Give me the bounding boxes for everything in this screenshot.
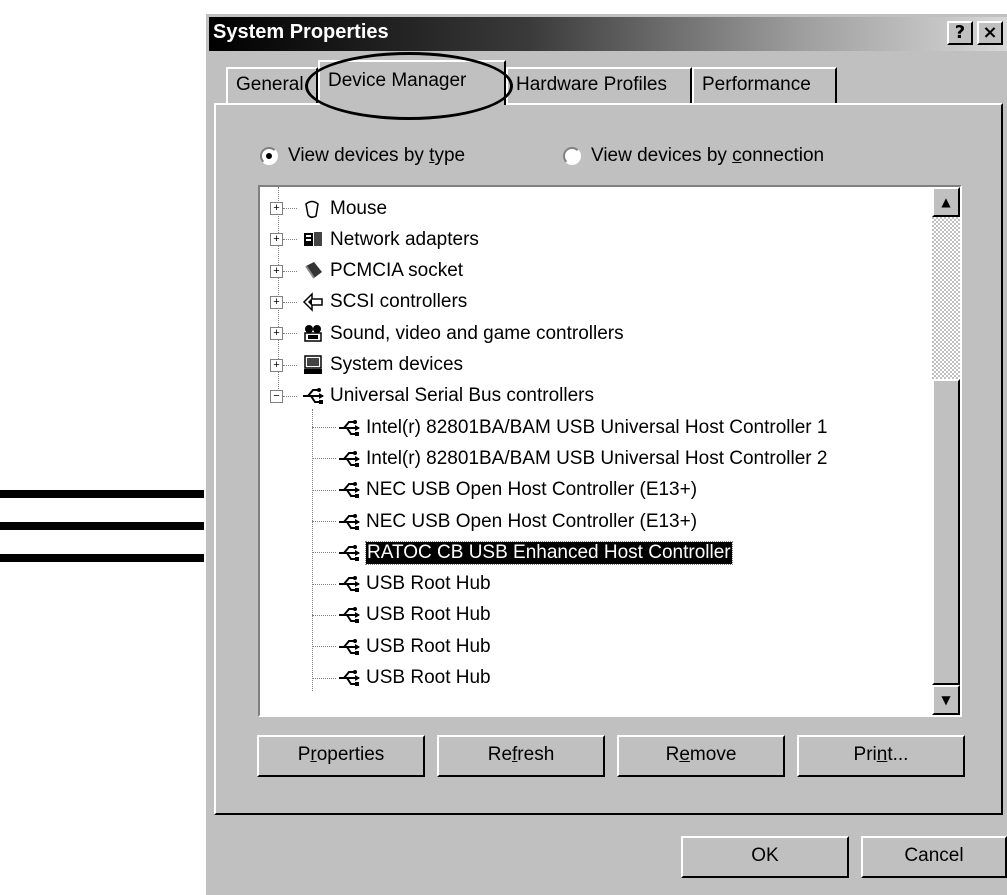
tree-category-label: Universal Serial Bus controllers [330,385,594,407]
tree-guide-line [312,521,336,522]
usb-device-item[interactable]: USB Root Hub [312,663,491,694]
scsi-controller-icon [302,291,324,313]
properties-button[interactable]: Properties [257,735,425,777]
tree-category-scsi-controllers[interactable]: + SCSI controllers [270,287,467,318]
view-by-connection-option[interactable]: View devices by connection [563,145,824,167]
device-label: USB Root Hub [366,667,491,688]
usb-icon [338,511,360,533]
selected-device-label: RATOC CB USB Enhanced Host Controller [365,540,733,565]
usb-device-item[interactable]: USB Root Hub [312,600,491,631]
usb-device-item[interactable]: USB Root Hub [312,569,491,600]
usb-icon [338,573,360,595]
expand-icon[interactable]: + [270,202,283,215]
expand-icon[interactable]: + [270,358,283,372]
view-by-type-radio[interactable] [260,147,278,165]
help-button[interactable]: ? [947,21,973,45]
window-title: System Properties [213,21,389,43]
view-by-type-option[interactable]: View devices by type [260,145,465,167]
tree-guide-line [312,489,336,491]
scroll-thumb[interactable] [932,379,960,685]
pcmcia-socket-icon [302,260,324,282]
refresh-button[interactable]: Refresh [437,735,605,777]
scroll-up-button[interactable]: ▲ [932,187,960,217]
ok-button[interactable]: OK [681,836,849,878]
collapse-icon[interactable]: − [270,389,283,403]
device-label: NEC USB Open Host Controller (E13+) [366,479,698,501]
usb-icon [338,667,360,689]
tree-guide-line [312,427,336,429]
vertical-scrollbar[interactable]: ▲ ▼ [932,187,960,715]
view-by-connection-label: View devices by connection [591,145,825,166]
tree-category-mouse[interactable]: + Mouse [270,193,387,224]
tree-category-network-adapters[interactable]: + Network adapters [270,224,479,255]
usb-device-item[interactable]: USB Root Hub [312,631,491,662]
usb-icon [338,448,360,470]
close-button[interactable]: × [977,21,1003,45]
tree-category-universal-serial-bus-controllers[interactable]: − Universal Serial Bus controllers [270,381,594,412]
tree-guide-line [312,614,336,616]
cancel-button[interactable]: Cancel [861,836,1007,878]
remove-button[interactable]: Remove [617,735,785,777]
tree-category-label: System devices [330,354,464,375]
tree-guide-line [312,583,336,585]
mouse-icon [302,198,324,220]
tab-hardware-profiles[interactable]: Hardware Profiles [506,67,692,103]
usb-icon [338,417,360,439]
tree-guide-line [283,395,297,397]
sound-video-icon [302,323,324,345]
tree-guide-line [283,270,297,272]
tree-category-label: SCSI controllers [330,291,468,313]
view-by-connection-radio[interactable] [563,147,581,165]
usb-device-item[interactable]: Intel(r) 82801BA/BAM USB Universal Host … [312,412,827,443]
tree-guide-line [312,458,336,460]
device-label: USB Root Hub [366,573,491,595]
usb-device-item[interactable]: NEC USB Open Host Controller (E13+) [312,475,697,506]
usb-icon [302,385,324,407]
tree-category-label: Network adapters [330,228,479,250]
tree-category-label: Mouse [330,197,388,219]
device-label: USB Root Hub [366,604,491,626]
tree-guide-line [312,677,336,679]
print-button[interactable]: Print... [797,735,965,777]
annotation-circle [305,52,513,120]
tree-category-label: PCMCIA socket [330,260,464,282]
usb-device-item[interactable]: Intel(r) 82801BA/BAM USB Universal Host … [312,443,827,474]
usb-icon [338,636,360,658]
tree-category-pcmcia-socket[interactable]: + PCMCIA socket [270,256,463,287]
expand-icon[interactable]: + [270,233,283,247]
expand-icon[interactable]: + [270,327,283,341]
tree-guide-line [312,646,336,648]
tree-category-system-devices[interactable]: + System devices [270,350,463,381]
view-by-type-label: View devices by type [288,145,466,166]
tree-guide-line [283,301,297,303]
tree-guide-line [283,333,297,335]
tab-performance[interactable]: Performance [692,67,837,103]
usb-device-item[interactable]: RATOC CB USB Enhanced Host Controller [312,537,733,568]
title-bar[interactable]: System Properties ? × [209,17,1007,51]
network-adapter-icon [302,229,324,251]
scroll-down-button[interactable]: ▼ [932,685,960,715]
device-label: Intel(r) 82801BA/BAM USB Universal Host … [366,416,828,438]
device-label: USB Root Hub [366,635,491,657]
expand-icon[interactable]: + [270,264,283,278]
tree-guide-line [283,364,297,366]
tree-guide-line [283,239,297,241]
usb-icon [338,479,360,501]
device-tree[interactable]: + Mouse + Network adapters + PCMCIA socket + SC… [258,185,962,717]
tree-guide-line [283,208,297,209]
tree-category-sound-video-and-game-controllers[interactable]: + Sound, video and game controllers [270,318,624,349]
usb-icon [338,604,360,626]
device-label: NEC USB Open Host Controller (E13+) [366,510,698,532]
device-label: Intel(r) 82801BA/BAM USB Universal Host … [366,447,828,469]
tree-guide-line [312,552,336,554]
system-devices-icon [302,354,324,376]
tree-category-label: Sound, video and game controllers [330,322,624,344]
usb-device-item[interactable]: NEC USB Open Host Controller (E13+) [312,506,697,537]
usb-icon [338,542,360,564]
expand-icon[interactable]: + [270,295,283,309]
